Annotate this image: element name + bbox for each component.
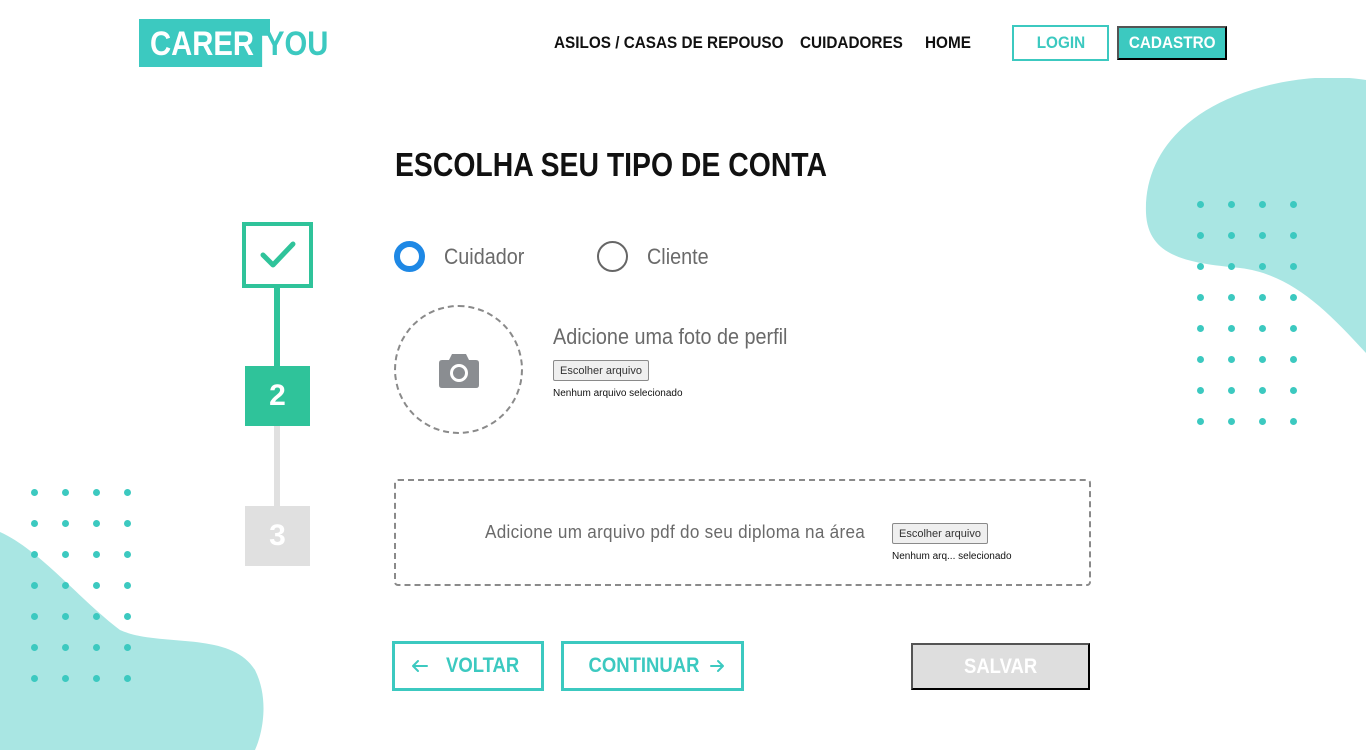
arrow-left-icon: [412, 660, 429, 672]
continue-button-label: CONTINUAR: [588, 654, 699, 677]
decorative-dot-grid-left: [31, 489, 155, 682]
profile-photo-label: Adicione uma foto de perfil: [553, 324, 788, 349]
profile-photo-file-status: Nenhum arquivo selecionado: [553, 388, 683, 399]
diploma-file-status: Nenhum arq... selecionado: [892, 551, 1012, 562]
nav-link-asilos[interactable]: ASILOS / CASAS DE REPOUSO: [554, 33, 784, 53]
stepper-step-2-label: 2: [269, 379, 286, 412]
continue-button[interactable]: CONTINUAR: [561, 641, 744, 691]
stepper-connector-1: [274, 288, 280, 366]
profile-photo-dropzone[interactable]: [394, 305, 523, 434]
radio-cliente[interactable]: [597, 241, 628, 272]
check-icon: [260, 241, 295, 268]
brand-logo[interactable]: CARER YOU: [139, 19, 335, 67]
back-button[interactable]: VOLTAR: [392, 641, 544, 691]
stepper-step-3: 3: [245, 506, 310, 566]
stepper-connector-2: [274, 426, 280, 506]
save-button[interactable]: SALVAR: [911, 643, 1090, 690]
arrow-right-icon: [709, 660, 724, 672]
logo-text-carer: CARER: [150, 25, 254, 63]
diploma-label: Adicione um arquivo pdf do seu diploma n…: [485, 522, 866, 542]
logo-text-you: YOU: [265, 25, 329, 63]
login-button-label: LOGIN: [1036, 33, 1085, 52]
page-title: ESCOLHA SEU TIPO DE CONTA: [395, 146, 828, 183]
diploma-choose-file-button[interactable]: Escolher arquivo: [892, 523, 988, 544]
save-button-label: SALVAR: [963, 654, 1038, 678]
stepper-step-1: [242, 222, 313, 288]
radio-cuidador[interactable]: [394, 241, 425, 272]
signup-button-label: CADASTRO: [1128, 33, 1216, 52]
radio-cliente-label[interactable]: Cliente: [647, 244, 709, 270]
decorative-dot-grid-right: [1197, 201, 1321, 425]
nav-link-cuidadores[interactable]: CUIDADORES: [800, 33, 903, 53]
signup-button[interactable]: CADASTRO: [1117, 26, 1227, 60]
nav-link-home[interactable]: HOME: [925, 33, 971, 53]
login-button[interactable]: LOGIN: [1012, 25, 1109, 61]
back-button-label: VOLTAR: [446, 654, 520, 677]
radio-cuidador-label[interactable]: Cuidador: [444, 244, 524, 270]
stepper-step-2: 2: [245, 366, 310, 426]
profile-photo-choose-file-button[interactable]: Escolher arquivo: [553, 360, 649, 381]
camera-icon: [438, 353, 479, 388]
stepper-step-3-label: 3: [269, 519, 286, 552]
